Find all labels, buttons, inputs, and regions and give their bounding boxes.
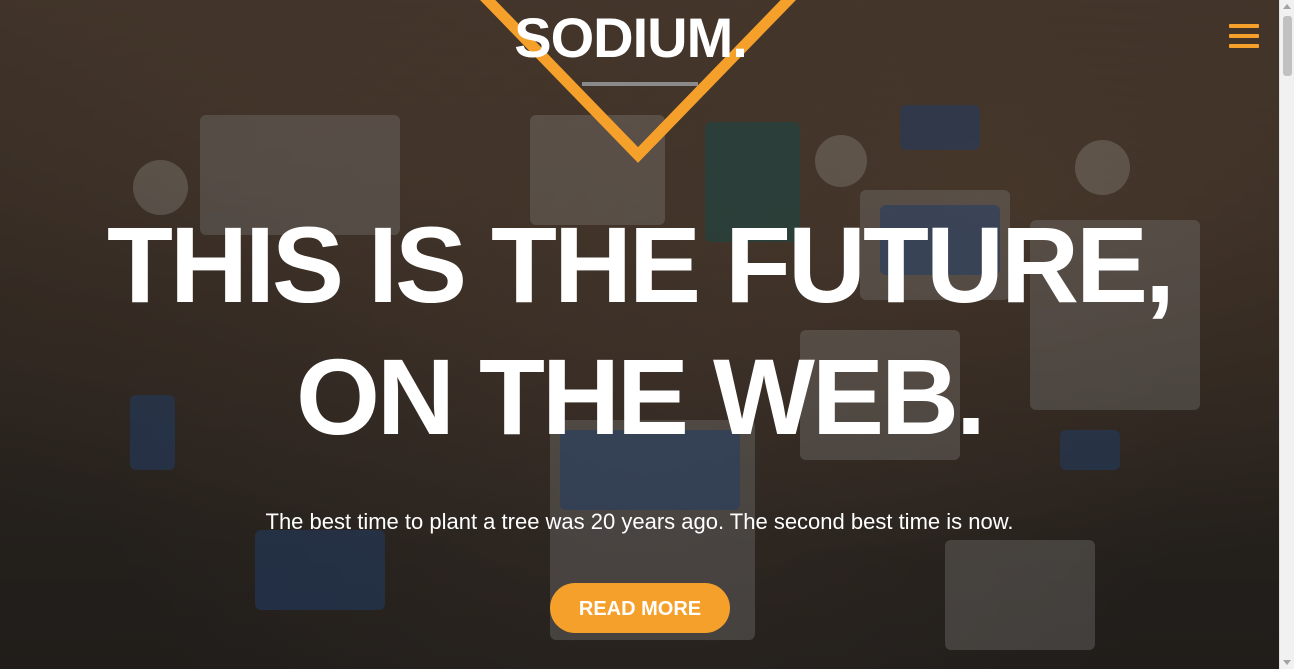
site-logo[interactable]: SODIUM. (468, 6, 793, 70)
hero-headline-line-2: ON THE WEB. (296, 336, 986, 457)
hero-tagline: The best time to plant a tree was 20 yea… (265, 509, 1014, 534)
menu-bar-top (1229, 24, 1259, 28)
scroll-thumb[interactable] (1283, 16, 1292, 76)
read-more-button[interactable]: READ MORE (550, 583, 730, 633)
scroll-down-icon[interactable] (1283, 660, 1291, 665)
menu-bar-bottom (1229, 44, 1259, 48)
menu-bar-middle (1229, 34, 1259, 38)
hamburger-menu-icon[interactable] (1227, 22, 1261, 50)
hero-headline-line-1: THIS IS THE FUTURE, (106, 204, 1175, 325)
scroll-up-icon[interactable] (1283, 4, 1291, 9)
logo-underline (582, 82, 698, 86)
vertical-scrollbar[interactable] (1279, 0, 1294, 669)
page: SODIUM. THIS IS THE FUTURE, ON THE WEB. … (0, 0, 1294, 669)
